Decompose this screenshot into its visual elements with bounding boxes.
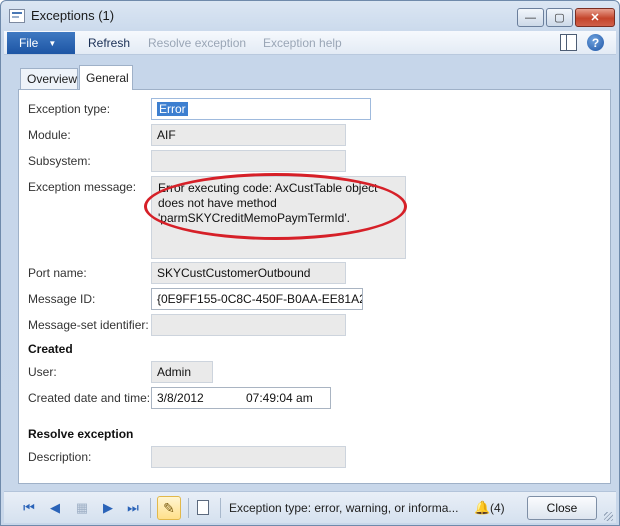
notification-bell-icon[interactable]: 🔔 (474, 500, 490, 516)
close-button[interactable]: Close (527, 496, 597, 520)
exception-message-label: Exception message: (28, 180, 137, 194)
user-field[interactable]: Admin (151, 361, 213, 383)
exception-message-field[interactable]: Error executing code: AxCustTable object… (151, 176, 406, 259)
general-tab-panel (18, 89, 611, 484)
subsystem-field[interactable] (151, 150, 346, 172)
status-bar: ⏮ ◀ ▦ ▶ ⏭ ✎ Exception type: error, warni… (4, 491, 616, 523)
file-menu-button[interactable]: File ▼ (7, 32, 75, 54)
exception-type-label: Exception type: (28, 102, 111, 116)
created-date-value: 3/8/2012 (157, 391, 204, 405)
description-field[interactable] (151, 446, 346, 468)
layout-icon[interactable] (560, 34, 577, 51)
port-name-field[interactable]: SKYCustCustomerOutbound (151, 262, 346, 284)
edit-pencil-icon[interactable]: ✎ (157, 496, 181, 520)
module-label: Module: (28, 128, 71, 142)
resolve-exception-button[interactable]: Resolve exception (148, 36, 246, 50)
minimize-button[interactable]: — (517, 8, 544, 27)
exception-type-field[interactable]: Error (151, 98, 371, 120)
resize-grip-icon[interactable] (604, 512, 613, 521)
message-set-identifier-label: Message-set identifier: (28, 318, 149, 332)
chevron-down-icon: ▼ (48, 38, 57, 48)
action-pane: File ▼ Refresh Resolve exception Excepti… (4, 31, 616, 55)
form-app-icon (9, 9, 25, 23)
description-label: Description: (28, 450, 92, 464)
maximize-button[interactable]: ▢ (546, 8, 573, 27)
first-record-icon[interactable]: ⏮ (21, 500, 37, 516)
message-set-identifier-field[interactable] (151, 314, 346, 336)
tab-general[interactable]: General (79, 65, 133, 90)
created-time-value: 07:49:04 am (246, 391, 313, 405)
toolbar-separator (220, 498, 221, 518)
title-bar[interactable]: Exceptions (1) — ▢ ✕ (1, 1, 619, 31)
port-name-label: Port name: (28, 266, 87, 280)
last-record-icon[interactable]: ⏭ (125, 500, 141, 516)
subsystem-label: Subsystem: (28, 154, 91, 168)
refresh-button[interactable]: Refresh (88, 36, 130, 50)
created-date-time-field[interactable]: 3/8/2012 07:49:04 am (151, 387, 331, 409)
toolbar-separator (188, 498, 189, 518)
exceptions-window: Exceptions (1) — ▢ ✕ File ▼ Refresh Reso… (0, 0, 620, 526)
document-handling-icon[interactable] (197, 500, 209, 515)
help-icon[interactable]: ? (587, 34, 604, 51)
tab-overview[interactable]: Overview (20, 68, 78, 89)
status-help-text: Exception type: error, warning, or infor… (229, 501, 459, 515)
created-date-time-label: Created date and time: (28, 391, 151, 405)
file-menu-label: File (19, 36, 39, 50)
module-field[interactable]: AIF (151, 124, 346, 146)
toolbar-separator (150, 498, 151, 518)
created-section-heading: Created (28, 342, 73, 356)
window-close-button[interactable]: ✕ (575, 8, 615, 27)
resolve-exception-section-heading: Resolve exception (28, 427, 134, 441)
previous-record-icon[interactable]: ◀ (47, 500, 63, 516)
message-id-label: Message ID: (28, 292, 96, 306)
window-title: Exceptions (1) (31, 8, 115, 23)
notification-count[interactable]: (4) (490, 501, 505, 515)
user-label: User: (28, 365, 57, 379)
exception-type-value: Error (157, 102, 188, 116)
next-record-icon[interactable]: ▶ (100, 500, 116, 516)
message-id-field[interactable]: {0E9FF155-0C8C-450F-B0AA-EE81A2EA (151, 288, 363, 310)
exception-help-button[interactable]: Exception help (263, 36, 342, 50)
grid-view-icon[interactable]: ▦ (74, 500, 90, 516)
